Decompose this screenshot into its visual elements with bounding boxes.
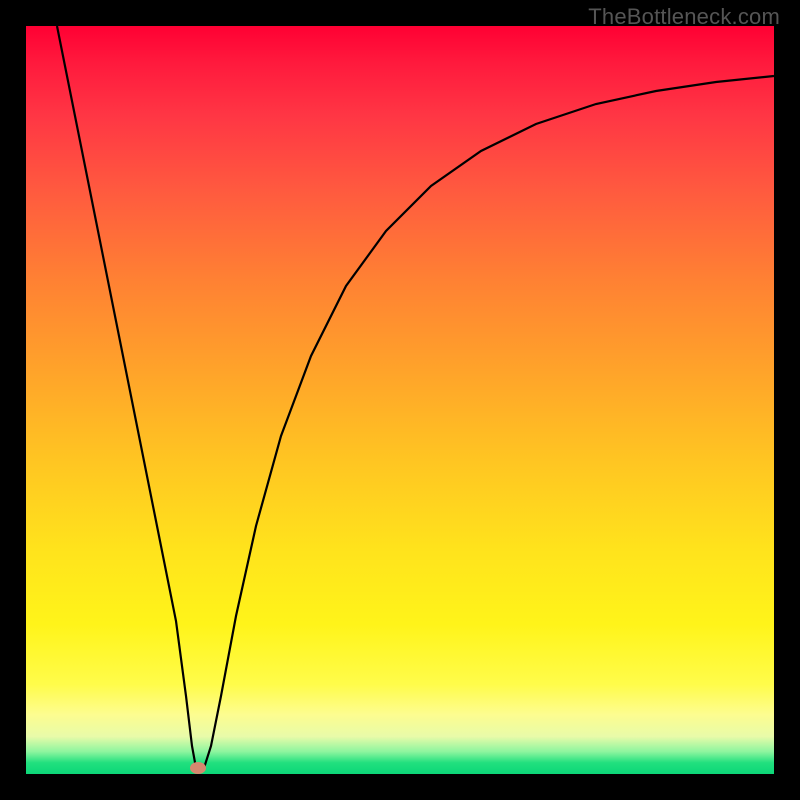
chart-frame: TheBottleneck.com: [0, 0, 800, 800]
optimal-point-marker: [190, 762, 206, 774]
plot-area: [26, 26, 774, 774]
curve-svg: [26, 26, 774, 774]
watermark-text: TheBottleneck.com: [588, 4, 780, 30]
bottleneck-curve: [57, 26, 774, 768]
